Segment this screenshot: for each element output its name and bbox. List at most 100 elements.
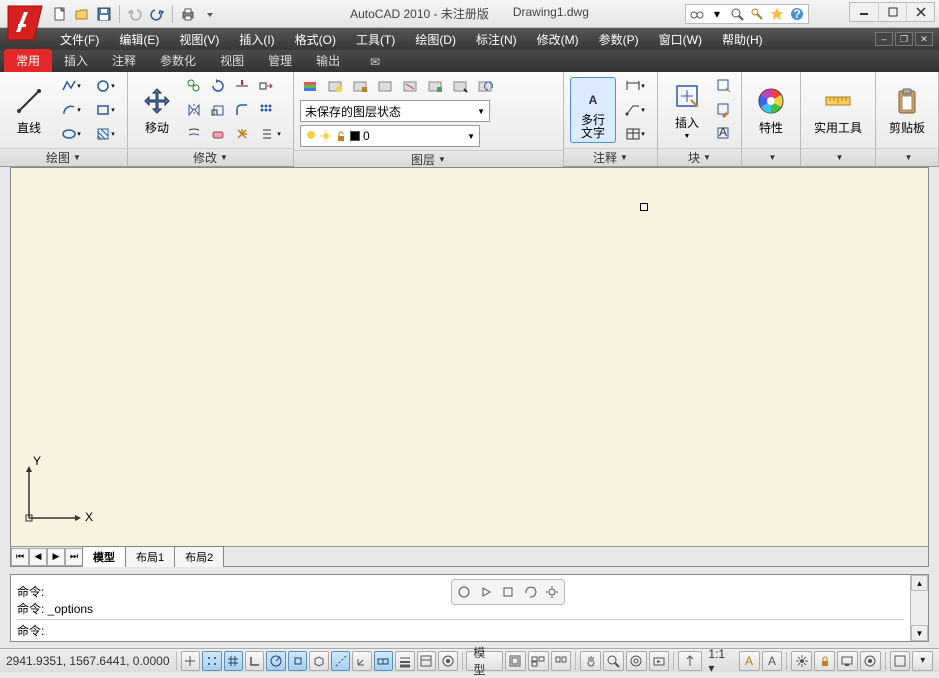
- mdi-close[interactable]: ✕: [915, 32, 933, 46]
- leader-icon[interactable]: ▾: [619, 99, 651, 121]
- status-showmotion-icon[interactable]: [649, 651, 670, 671]
- status-tray-icon[interactable]: ▾: [912, 651, 933, 671]
- drawing-area[interactable]: Y X ⏮ ◀ ▶ ⏭ 模型 布局1 布局2: [10, 167, 929, 567]
- trim-icon[interactable]: [231, 75, 253, 97]
- ribbon-tab-view[interactable]: 视图: [208, 49, 256, 72]
- status-annoauto-icon[interactable]: A: [762, 651, 783, 671]
- layer-uniso-icon[interactable]: [425, 75, 447, 97]
- status-qp-icon[interactable]: [417, 651, 436, 671]
- status-pan-icon[interactable]: [580, 651, 601, 671]
- edit-block-icon[interactable]: [713, 99, 735, 121]
- status-annovis-icon[interactable]: A: [739, 651, 760, 671]
- fillet-icon[interactable]: [231, 99, 253, 121]
- ribbon-tab-parametric[interactable]: 参数化: [148, 49, 208, 72]
- menu-parametric[interactable]: 参数(P): [589, 28, 649, 50]
- minimize-button[interactable]: [850, 3, 878, 21]
- qat-save-icon[interactable]: [94, 4, 114, 24]
- layout-tab-2[interactable]: 布局2: [174, 546, 224, 567]
- search-dropdown-icon[interactable]: ▾: [708, 5, 726, 23]
- status-dyn-icon[interactable]: [374, 651, 393, 671]
- panel-utilities-title[interactable]: ▼: [801, 148, 875, 166]
- menu-dimension[interactable]: 标注(N): [466, 28, 527, 50]
- scroll-down-icon[interactable]: ▼: [911, 625, 928, 641]
- menu-insert[interactable]: 插入(I): [229, 28, 284, 50]
- status-polar-icon[interactable]: [266, 651, 285, 671]
- stretch-icon[interactable]: [255, 75, 277, 97]
- status-ws-icon[interactable]: [791, 651, 812, 671]
- rectangle-icon[interactable]: ▾: [89, 99, 121, 121]
- offset-icon[interactable]: [183, 123, 205, 145]
- layer-current-combo[interactable]: 0 ▼: [300, 125, 480, 147]
- layer-state-combo[interactable]: 未保存的图层状态 ▼: [300, 100, 490, 122]
- status-ortho-icon[interactable]: [245, 651, 264, 671]
- coords-display[interactable]: 2941.9351, 1567.6441, 0.0000: [6, 654, 172, 668]
- menu-format[interactable]: 格式(O): [285, 28, 346, 50]
- measure-button[interactable]: 实用工具: [807, 82, 869, 139]
- status-sc-icon[interactable]: [438, 651, 457, 671]
- binoculars-icon[interactable]: [688, 5, 706, 23]
- menu-draw[interactable]: 绘图(D): [405, 28, 466, 50]
- arc-icon[interactable]: ▾: [55, 99, 87, 121]
- menu-view[interactable]: 视图(V): [169, 28, 229, 50]
- polyline-icon[interactable]: ▾: [55, 75, 87, 97]
- layout-tab-1[interactable]: 布局1: [125, 546, 175, 567]
- create-block-icon[interactable]: [713, 75, 735, 97]
- mirror-icon[interactable]: [183, 99, 205, 121]
- scale-icon[interactable]: [207, 99, 229, 121]
- menu-help[interactable]: 帮助(H): [712, 28, 773, 50]
- status-infer-icon[interactable]: [181, 651, 200, 671]
- properties-button[interactable]: 特性: [748, 82, 794, 139]
- menu-file[interactable]: 文件(F): [50, 28, 109, 50]
- layer-freeze-icon[interactable]: [325, 75, 347, 97]
- ribbon-tab-annotate[interactable]: 注释: [100, 49, 148, 72]
- scroll-up-icon[interactable]: ▲: [911, 575, 928, 591]
- panel-draw-title[interactable]: 绘图▼: [0, 148, 127, 166]
- more-modify-icon[interactable]: ▾: [255, 123, 287, 145]
- paste-button[interactable]: 剪贴板: [882, 82, 932, 139]
- ribbon-tab-manage[interactable]: 管理: [256, 49, 304, 72]
- status-scale-text[interactable]: 1:1 ▾: [704, 647, 736, 675]
- qat-dropdown-icon[interactable]: [200, 4, 220, 24]
- ribbon-tab-output[interactable]: 输出: [304, 49, 352, 72]
- nav-rec-icon[interactable]: [454, 582, 474, 602]
- panel-properties-title[interactable]: ▼: [742, 148, 800, 166]
- ribbon-tab-home[interactable]: 常用: [4, 49, 52, 72]
- ellipse-icon[interactable]: ▾: [55, 123, 87, 145]
- layout-nav-prev[interactable]: ◀: [29, 548, 47, 566]
- layer-iso-icon[interactable]: [400, 75, 422, 97]
- close-button[interactable]: [906, 3, 934, 21]
- panel-clipboard-title[interactable]: ▼: [876, 148, 938, 166]
- qat-undo-icon[interactable]: [125, 4, 145, 24]
- menu-edit[interactable]: 编辑(E): [109, 28, 169, 50]
- layout-nav-last[interactable]: ⏭: [65, 548, 83, 566]
- nav-play-icon[interactable]: [476, 582, 496, 602]
- status-isolate-icon[interactable]: [860, 651, 881, 671]
- status-osnap-icon[interactable]: [288, 651, 307, 671]
- panel-modify-title[interactable]: 修改▼: [128, 148, 293, 166]
- array-icon[interactable]: [255, 99, 277, 121]
- panel-block-title[interactable]: 块▼: [658, 148, 741, 166]
- command-window[interactable]: 命令: 命令: _options 命令: ▲ ▼: [10, 574, 929, 642]
- dim-linear-icon[interactable]: ▾: [619, 75, 651, 97]
- ribbon-tab-extra-icon[interactable]: ✉: [362, 52, 388, 72]
- layer-props-icon[interactable]: [300, 75, 322, 97]
- layout-tab-model[interactable]: 模型: [82, 546, 126, 567]
- status-zoom-icon[interactable]: [603, 651, 624, 671]
- move-button[interactable]: 移动: [134, 82, 180, 139]
- panel-layers-title[interactable]: 图层▼: [294, 150, 563, 168]
- search-icon[interactable]: [728, 5, 746, 23]
- status-grid-icon[interactable]: [224, 651, 243, 671]
- layer-off-icon[interactable]: [375, 75, 397, 97]
- help-icon[interactable]: ?: [788, 5, 806, 23]
- layer-lock-icon[interactable]: [350, 75, 372, 97]
- qat-redo-icon[interactable]: [147, 4, 167, 24]
- layout-nav-first[interactable]: ⏮: [11, 548, 29, 566]
- cmd-prompt[interactable]: 命令:: [17, 619, 904, 639]
- circle-icon[interactable]: ▾: [89, 75, 121, 97]
- layer-prev-icon[interactable]: [475, 75, 497, 97]
- app-menu-icon[interactable]: [4, 2, 46, 44]
- insert-block-button[interactable]: 插入 ▼: [664, 77, 710, 143]
- status-lwt-icon[interactable]: [395, 651, 414, 671]
- menu-tools[interactable]: 工具(T): [346, 28, 405, 50]
- status-hw-icon[interactable]: [837, 651, 858, 671]
